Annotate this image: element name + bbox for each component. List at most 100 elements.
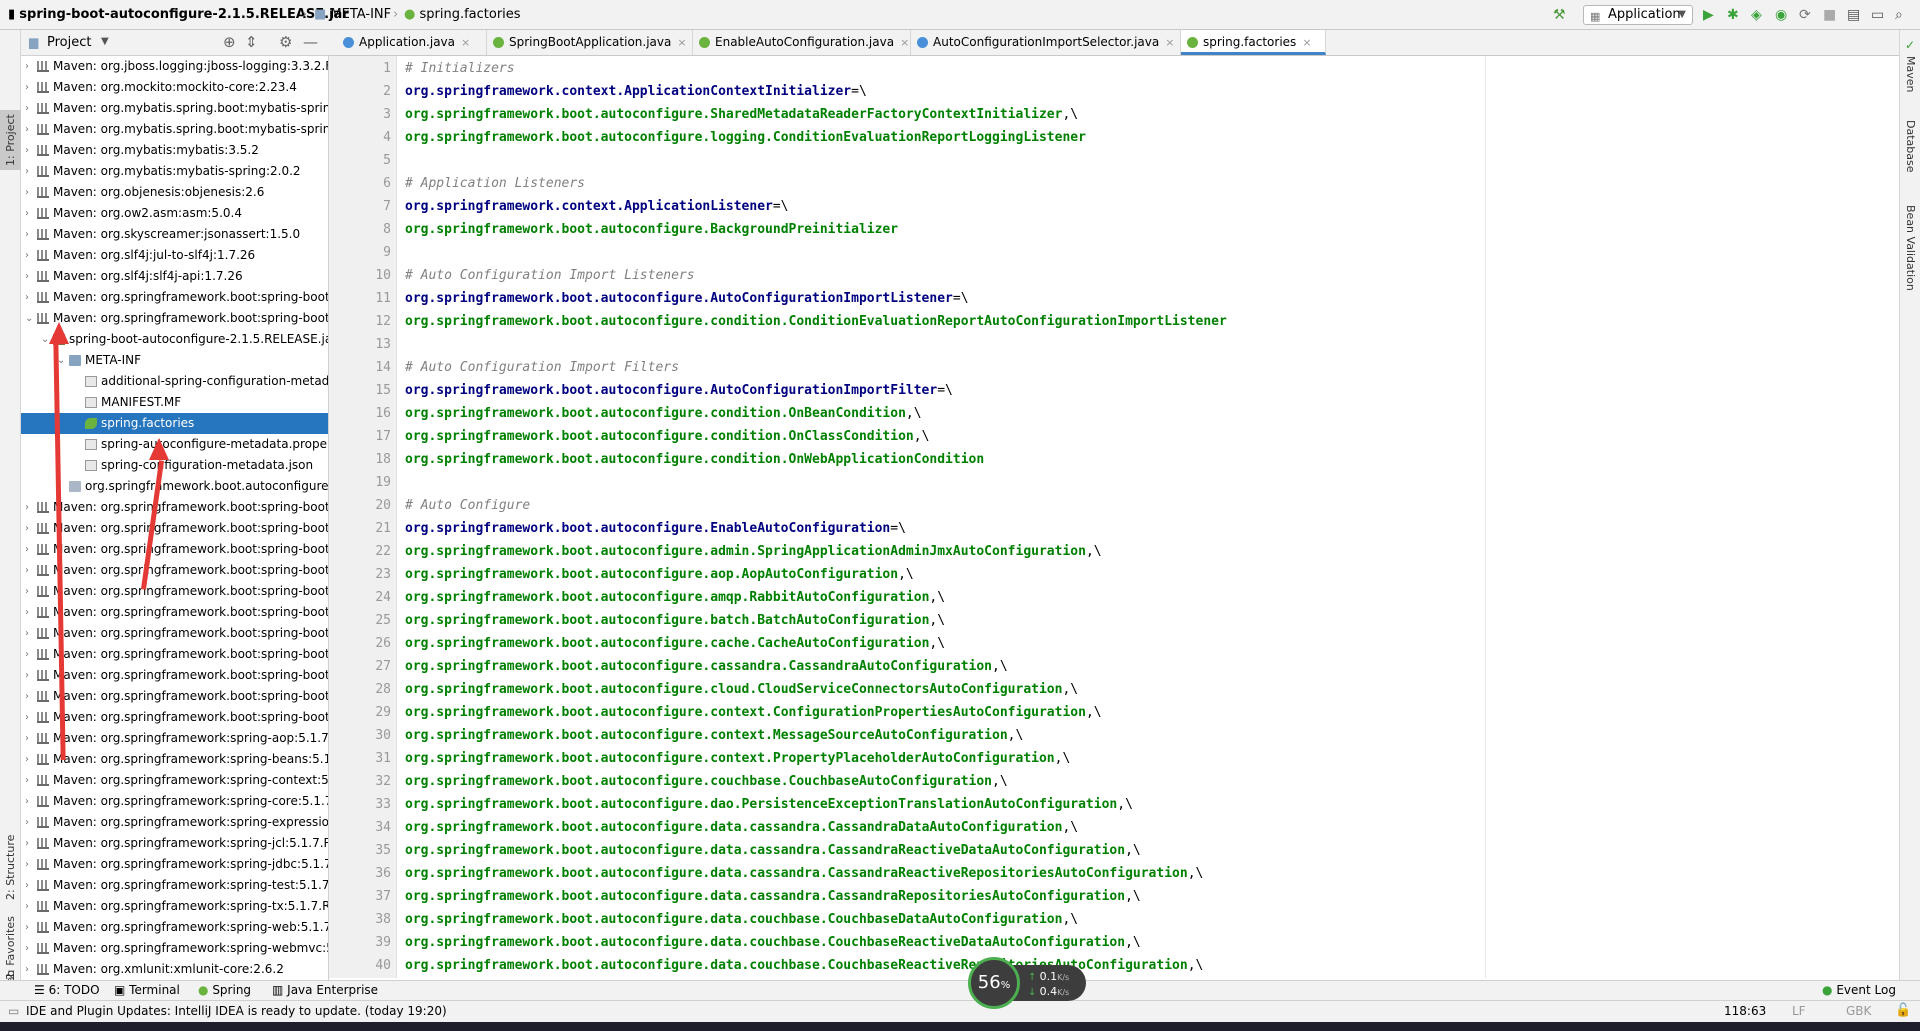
chevron-right-icon[interactable]: ›	[25, 77, 35, 98]
editor-tab[interactable]: spring.factories ×	[1181, 30, 1326, 55]
tree-item[interactable]: › Maven: org.objenesis:objenesis:2.6	[21, 182, 328, 203]
tree-item[interactable]: › Maven: org.springframework.boot:spring-…	[21, 665, 328, 686]
tree-item[interactable]: spring-configuration-metadata.json	[21, 455, 328, 476]
tree-item[interactable]: › Maven: org.springframework:spring-web:5…	[21, 917, 328, 938]
tree-item[interactable]: ⌄ META-INF	[21, 350, 328, 371]
project-structure-icon[interactable]: ▤	[1847, 7, 1863, 23]
build-hammer-icon[interactable]: ⚒	[1553, 7, 1569, 23]
chevron-right-icon[interactable]: ›	[25, 518, 35, 539]
chevron-right-icon[interactable]: ›	[25, 812, 35, 833]
tree-item[interactable]: › Maven: org.mockito:mockito-core:2.23.4	[21, 77, 328, 98]
chevron-down-icon[interactable]: ⌄	[25, 308, 35, 329]
gear-icon[interactable]: ⚙	[279, 33, 292, 51]
tree-item[interactable]: › Maven: org.springframework:spring-test:…	[21, 875, 328, 896]
search-icon[interactable]: ⌕	[1895, 7, 1911, 23]
editor-tab[interactable]: Application.java ×	[337, 30, 487, 55]
breadcrumb-file[interactable]: ● spring.factories	[404, 7, 521, 22]
editor-tab[interactable]: AutoConfigurationImportSelector.java ×	[911, 30, 1181, 55]
editor-tab[interactable]: SpringBootApplication.java ×	[487, 30, 693, 55]
tree-item[interactable]: › Maven: org.mybatis:mybatis-spring:2.0.2	[21, 161, 328, 182]
tree-item[interactable]: › Maven: org.springframework.boot:spring-…	[21, 686, 328, 707]
chevron-right-icon[interactable]: ›	[25, 749, 35, 770]
chevron-right-icon[interactable]: ›	[25, 770, 35, 791]
chevron-right-icon[interactable]: ›	[25, 917, 35, 938]
chevron-right-icon[interactable]: ›	[25, 497, 35, 518]
tree-item[interactable]: spring-autoconfigure-metadata.properties	[21, 434, 328, 455]
project-tool-tab[interactable]: 1: Project	[0, 110, 21, 170]
tree-item[interactable]: › Maven: org.slf4j:jul-to-slf4j:1.7.26	[21, 245, 328, 266]
attach-icon[interactable]: ⟳	[1799, 7, 1815, 23]
tree-item[interactable]: additional-spring-configuration-metadata…	[21, 371, 328, 392]
tree-item[interactable]: › Maven: org.skyscreamer:jsonassert:1.5.0	[21, 224, 328, 245]
chevron-right-icon[interactable]: ›	[25, 665, 35, 686]
bean-validation-tool-tab[interactable]: Bean Validation	[1904, 205, 1917, 291]
editor-tab[interactable]: EnableAutoConfiguration.java ×	[693, 30, 911, 55]
chevron-right-icon[interactable]: ›	[25, 686, 35, 707]
tree-item[interactable]: › Maven: org.springframework:spring-core:…	[21, 791, 328, 812]
close-icon[interactable]: ×	[1165, 36, 1174, 49]
tree-item[interactable]: › Maven: org.springframework:spring-beans…	[21, 749, 328, 770]
tree-item[interactable]: › Maven: org.springframework:spring-aop:5…	[21, 728, 328, 749]
chevron-down-icon[interactable]: ▼	[101, 36, 109, 47]
chevron-right-icon[interactable]: ›	[25, 938, 35, 959]
tree-item[interactable]: MANIFEST.MF	[21, 392, 328, 413]
java-enterprise-tool-tab[interactable]: ▥ Java Enterprise	[272, 983, 378, 997]
spring-tool-tab[interactable]: ● Spring	[198, 983, 251, 997]
stop-icon[interactable]: ■	[1823, 7, 1839, 23]
chevron-right-icon[interactable]: ›	[25, 161, 35, 182]
database-tool-tab[interactable]: Database	[1904, 120, 1917, 173]
collapse-all-icon[interactable]: ⇕	[245, 33, 258, 51]
tree-item[interactable]: › Maven: org.mybatis.spring.boot:mybatis-…	[21, 98, 328, 119]
close-icon[interactable]: ×	[677, 36, 686, 49]
chevron-right-icon[interactable]: ›	[25, 707, 35, 728]
lock-icon[interactable]: 🔓	[1895, 1003, 1911, 1018]
chevron-right-icon[interactable]: ›	[25, 791, 35, 812]
tree-item[interactable]: › Maven: org.slf4j:slf4j-api:1.7.26	[21, 266, 328, 287]
layout-icon[interactable]: ▭	[1871, 7, 1887, 23]
breadcrumb-jar[interactable]: ▮ spring-boot-autoconfigure-2.1.5.RELEAS…	[8, 7, 349, 22]
tree-item[interactable]: › Maven: org.springframework.boot:spring-…	[21, 539, 328, 560]
tree-item[interactable]: › Maven: org.ow2.asm:asm:5.0.4	[21, 203, 328, 224]
todo-tool-tab[interactable]: ☰ 6: TODO	[34, 983, 100, 997]
chevron-right-icon[interactable]: ›	[25, 644, 35, 665]
chevron-right-icon[interactable]: ›	[25, 896, 35, 917]
breadcrumb-meta-inf[interactable]: ■ META-INF	[314, 7, 391, 22]
chevron-right-icon[interactable]: ›	[25, 266, 35, 287]
run-icon[interactable]: ▶	[1703, 7, 1719, 23]
chevron-right-icon[interactable]: ›	[25, 98, 35, 119]
tree-item[interactable]: › Maven: org.mybatis:mybatis:3.5.2	[21, 140, 328, 161]
chevron-right-icon[interactable]: ›	[25, 833, 35, 854]
tree-item[interactable]: › Maven: org.xmlunit:xmlunit-core:2.6.2	[21, 959, 328, 980]
debug-icon[interactable]: ✱	[1727, 7, 1743, 23]
close-icon[interactable]: ×	[461, 36, 470, 49]
tree-item[interactable]: › Maven: org.springframework.boot:spring-…	[21, 581, 328, 602]
chevron-right-icon[interactable]: ›	[25, 728, 35, 749]
tree-item[interactable]: › Maven: org.springframework.boot:spring-…	[21, 644, 328, 665]
chevron-right-icon[interactable]: ›	[25, 959, 35, 980]
chevron-right-icon[interactable]: ›	[25, 560, 35, 581]
chevron-right-icon[interactable]: ›	[25, 875, 35, 896]
chevron-right-icon[interactable]: ›	[25, 287, 35, 308]
chevron-right-icon[interactable]: ›	[25, 245, 35, 266]
structure-tool-tab[interactable]: 2: Structure	[0, 820, 21, 900]
close-icon[interactable]: ×	[900, 36, 909, 49]
hide-panel-icon[interactable]: —	[303, 33, 318, 51]
chevron-right-icon[interactable]: ›	[25, 203, 35, 224]
tree-item[interactable]: › Maven: org.jboss.logging:jboss-logging:…	[21, 56, 328, 77]
tree-item[interactable]: › Maven: org.springframework:spring-jdbc:…	[21, 854, 328, 875]
caret-position[interactable]: 118:63	[1724, 1004, 1766, 1018]
tree-item[interactable]: › Maven: org.springframework.boot:spring-…	[21, 602, 328, 623]
tree-item[interactable]: › Maven: org.springframework:spring-jcl:5…	[21, 833, 328, 854]
tree-item[interactable]: › Maven: org.springframework:spring-expre…	[21, 812, 328, 833]
profile-icon[interactable]: ◉	[1775, 7, 1791, 23]
locate-file-icon[interactable]: ⊕	[223, 33, 236, 51]
chevron-right-icon[interactable]: ›	[25, 623, 35, 644]
coverage-icon[interactable]: ◈	[1751, 7, 1767, 23]
tree-item[interactable]: ›org.springframework.boot.autoconfigure	[21, 476, 328, 497]
tree-item[interactable]: › Maven: org.springframework.boot:spring-…	[21, 623, 328, 644]
status-message[interactable]: IDE and Plugin Updates: IntelliJ IDEA is…	[26, 1004, 447, 1018]
tree-item[interactable]: › Maven: org.springframework.boot:spring-…	[21, 497, 328, 518]
chevron-right-icon[interactable]: ›	[25, 119, 35, 140]
tree-item[interactable]: › Maven: org.springframework:spring-webmv…	[21, 938, 328, 959]
tree-item[interactable]: spring.factories	[21, 413, 328, 434]
